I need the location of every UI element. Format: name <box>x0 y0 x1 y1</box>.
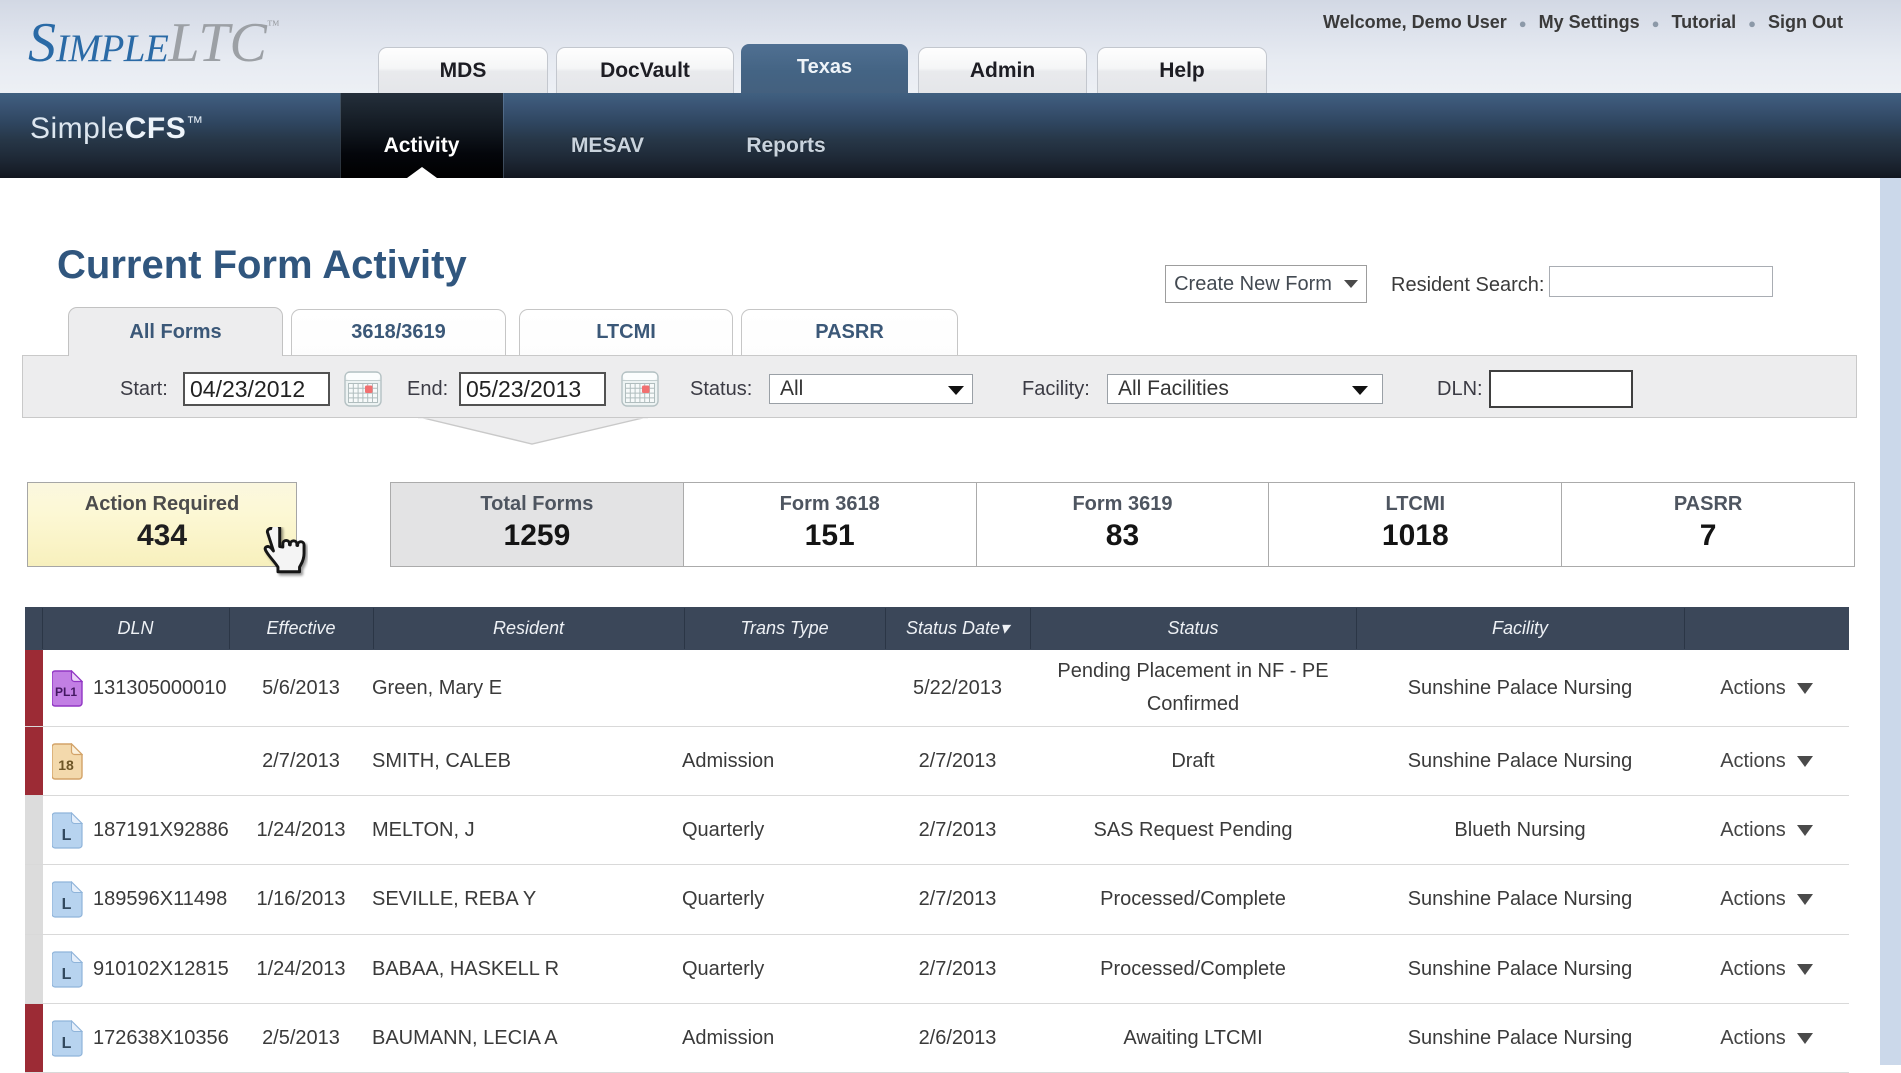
svg-text:L: L <box>62 896 72 913</box>
svg-text:PL1: PL1 <box>55 685 77 699</box>
svg-text:L: L <box>62 1035 72 1052</box>
svg-text:18: 18 <box>58 757 74 773</box>
svg-text:L: L <box>62 966 72 983</box>
svg-text:L: L <box>62 827 72 844</box>
